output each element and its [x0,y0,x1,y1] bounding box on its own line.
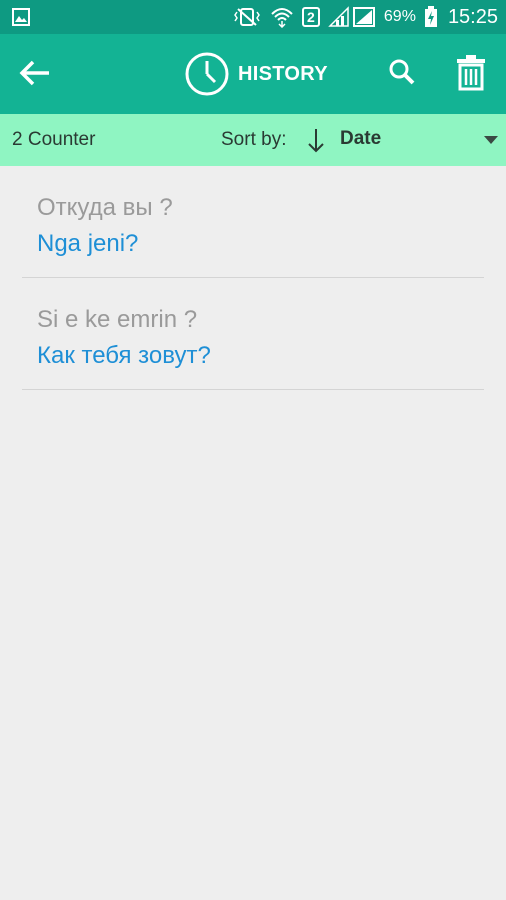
app-bar: HISTORY [0,34,506,114]
item-counter: 2 Counter [12,129,96,150]
page-title: HISTORY [238,62,328,85]
history-list: Откуда вы ? Nga jeni? Si e ke emrin ? Ка… [22,166,484,390]
clock-icon [184,51,230,97]
status-bar: 2 69% 15:25 [0,0,506,34]
search-button[interactable] [384,56,420,92]
translation-text: Nga jeni? [37,230,139,257]
list-item[interactable]: Si e ke emrin ? Как тебя зовут? [22,278,484,390]
wifi-icon [270,6,294,28]
source-text: Откуда вы ? [37,194,173,221]
app-title: HISTORY [184,50,328,98]
signal-icon [328,6,376,28]
chevron-down-icon[interactable] [484,136,498,144]
sort-select[interactable]: Date [340,128,381,150]
back-button[interactable] [14,54,56,96]
back-arrow-icon [19,60,51,91]
sort-bar: 2 Counter Sort by: Date [0,114,506,166]
battery-icon [424,6,438,28]
gallery-icon [12,8,30,26]
battery-percent: 69% [383,8,416,25]
vibrate-icon [232,7,262,27]
delete-all-button[interactable] [452,54,490,96]
sim-icon: 2 [301,7,320,27]
status-time: 15:25 [447,5,498,28]
search-icon [388,58,416,91]
sort-direction-icon[interactable] [306,126,326,154]
source-text: Si e ke emrin ? [37,306,198,333]
trash-icon [456,54,486,96]
sort-label: Sort by: [221,129,287,150]
list-item[interactable]: Откуда вы ? Nga jeni? [22,166,484,278]
translation-text: Как тебя зовут? [37,342,211,369]
